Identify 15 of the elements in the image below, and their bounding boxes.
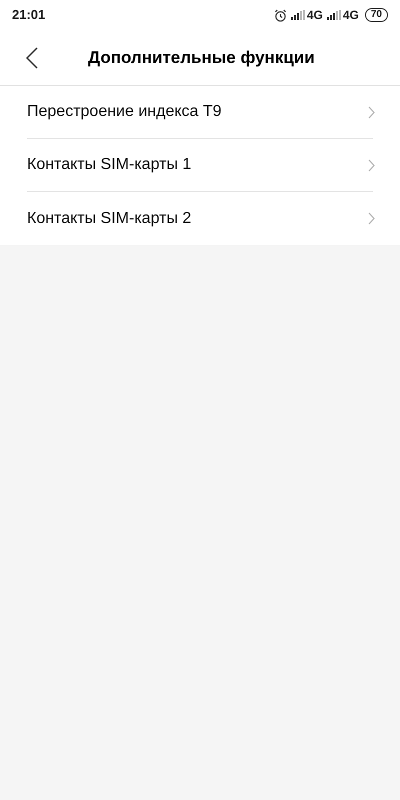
chevron-icon: [368, 212, 375, 225]
network-type: 4G: [342, 7, 359, 24]
settings-item[interactable]: Контакты SIM-карты 2: [27, 192, 373, 245]
battery-level: 70: [364, 8, 388, 22]
status-time: 21:01: [12, 6, 46, 24]
chevron-icon: [368, 106, 375, 118]
alarm-icon: [274, 8, 287, 22]
chevron-icon: [368, 158, 375, 172]
settings-item[interactable]: Перестроение индекса T9: [27, 86, 373, 139]
network-type: 4G: [306, 7, 323, 24]
page-title: Дополнительные функции: [88, 46, 315, 69]
signal-icon: [326, 10, 341, 20]
settings-item[interactable]: Контакты SIM-карты 1: [27, 139, 373, 192]
back-icon: [26, 46, 38, 68]
signal-icon: [290, 10, 305, 20]
